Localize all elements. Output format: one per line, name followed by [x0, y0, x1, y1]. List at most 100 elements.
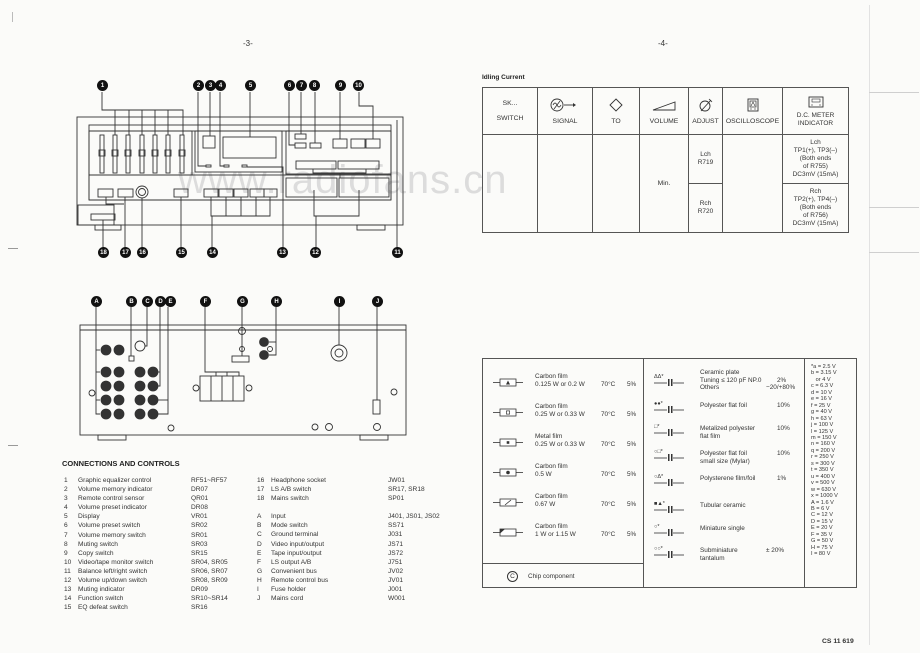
- item-number: 18: [257, 495, 265, 503]
- capacitor-description: Metalized polyester: [700, 425, 756, 432]
- resistor-temp: 70°C: [601, 381, 616, 388]
- item-number: 4: [64, 504, 68, 512]
- control-list-item: H Remote control bus JV01: [257, 576, 458, 585]
- voltage-code-legend: *a = 2.5 Vb = 3.15 V or 4 Vc = 6.3 Vd = …: [804, 358, 857, 588]
- callout-G: G: [237, 296, 248, 307]
- voltage-code: x = 1000 V: [811, 493, 838, 500]
- capacitor-symbol-icon: [654, 551, 684, 558]
- resistor-tolerance: 5%: [627, 381, 637, 388]
- connections-title: CONNECTIONS AND CONTROLS: [62, 459, 180, 468]
- resistor-type: Carbon film: [535, 493, 568, 500]
- capacitor-tolerance: 2%: [777, 376, 787, 384]
- meter-cell-rch: Rch TP2(+), TP4(–) (Both ends of R756) D…: [782, 183, 849, 233]
- chip-component-icon: C: [507, 571, 518, 582]
- resistor-symbol-icon: [493, 498, 523, 507]
- item-reference: VR01: [191, 513, 208, 521]
- oscilloscope-icon: [747, 98, 758, 111]
- item-description: Balance left/right switch: [78, 567, 148, 575]
- item-description: Volume memory indicator: [78, 486, 153, 494]
- capacitor-tolerance: 1%: [777, 475, 787, 482]
- control-list-item: A Input J401, JS01, JS02: [257, 512, 458, 521]
- divider: [483, 563, 643, 564]
- to-cell: [592, 134, 640, 233]
- capacitor-symbol: ○*: [654, 524, 698, 537]
- scan-edge-line: [869, 252, 919, 253]
- volume-wedge-icon: [652, 100, 676, 110]
- meter-cell-lch: Lch TP1(+), TP3(–) (Both ends of R755) D…: [782, 134, 849, 184]
- control-list-item: J Mains cord W001: [257, 594, 458, 603]
- resistor-tolerance: 5%: [627, 501, 637, 508]
- item-reference: J401, JS01, JS02: [388, 513, 440, 521]
- item-description: Remote control bus: [271, 576, 329, 584]
- control-list-item: 2 Volume memory indicator DR07: [64, 485, 261, 494]
- resistor-rating: 1 W or 1.15 W: [535, 531, 576, 538]
- item-description: Function switch: [78, 595, 124, 603]
- item-reference: J001: [388, 586, 403, 594]
- control-list-item: 10 Video/tape monitor switch SR04, SR05: [64, 558, 261, 567]
- item-number: 7: [64, 531, 68, 539]
- capacitor-symbol: ○□*: [654, 449, 698, 462]
- control-list-item: G Convenient bus JV02: [257, 567, 458, 576]
- item-description: Mains switch: [271, 495, 309, 503]
- item-number: E: [257, 549, 262, 557]
- diamond-icon: [609, 97, 623, 112]
- capacitor-description: Polyester flat foil: [700, 450, 747, 457]
- item-description: Volume memory switch: [78, 531, 146, 539]
- capacitor-symbol-icon: [654, 406, 684, 413]
- scan-edge-line: [869, 207, 919, 208]
- resistor-legend-row: Carbon film 0.125 W or 0.2 W 70°C 5%: [483, 373, 643, 391]
- resistor-type: Carbon film: [535, 463, 568, 470]
- item-reference: SR15: [191, 549, 208, 557]
- item-reference: JS72: [388, 549, 404, 557]
- item-reference: SR04, SR05: [191, 558, 228, 566]
- resistor-legend-row: Carbon film 1 W or 1.15 W 70°C 5%: [483, 523, 643, 541]
- item-description: LS output A/B: [271, 558, 312, 566]
- dc-meter-icon: [808, 96, 823, 107]
- control-list-item: 4 Volume preset indicator DR08: [64, 503, 261, 512]
- control-list-item: 1 Graphic equalizer control RF51~RF57: [64, 476, 261, 485]
- item-description: Graphic equalizer control: [78, 477, 152, 484]
- control-list-item: 13 Muting indicator DR09: [64, 585, 261, 594]
- controls-list-left: 1 Graphic equalizer control RF51~RF57 2 Volu…: [64, 476, 261, 612]
- item-number: B: [257, 522, 262, 530]
- resistor-temp: 70°C: [601, 531, 616, 538]
- capacitor-tolerance: 10%: [777, 425, 790, 432]
- document-code: CS 11 619: [822, 638, 854, 645]
- resistor-temp: 70°C: [601, 441, 616, 448]
- rca-jacks: [100, 337, 269, 420]
- resistor-symbol-icon: [493, 408, 523, 417]
- item-description: Volume preset indicator: [78, 504, 147, 512]
- capacitor-tolerance: 10%: [777, 402, 790, 409]
- item-reference: SR03: [191, 540, 208, 548]
- resistor-type: Carbon film: [535, 523, 568, 530]
- control-list-item: 14 Function switch SR10~SR14: [64, 594, 261, 603]
- control-list-item: 6 Volume preset switch SR02: [64, 521, 261, 530]
- callout-J: J: [372, 296, 383, 307]
- item-reference: DR08: [191, 504, 208, 512]
- resistor-rating: 0.25 W or 0.33 W: [535, 441, 585, 448]
- item-number: 12: [64, 577, 72, 585]
- item-number: G: [257, 567, 263, 575]
- capacitor-description: Polyester flat foil: [700, 402, 747, 409]
- item-reference: JS71: [388, 540, 404, 548]
- item-description: Input: [271, 513, 286, 521]
- header-to: TO: [592, 87, 640, 135]
- capacitor-description: Tubular ceramic: [700, 502, 746, 509]
- item-number: 3: [64, 495, 68, 503]
- capacitor-description: Others: [700, 384, 720, 392]
- capacitor-description: Polysterene film/foil: [700, 475, 756, 482]
- capacitor-description: Ceramic plate: [700, 369, 740, 376]
- item-reference: RF51~RF57: [191, 477, 228, 484]
- switch-cell: [482, 134, 538, 233]
- item-reference: J031: [388, 531, 403, 539]
- item-description: Mains cord: [271, 595, 304, 603]
- resistor-tolerance: 5%: [627, 531, 637, 538]
- control-list-item: D Video input/output JS71: [257, 540, 458, 549]
- voltage-code: v = 500 V: [811, 480, 835, 487]
- resistor-legend-row: Carbon film 0.67 W 70°C 5%: [483, 493, 643, 511]
- control-list-item: 17 LS A/B switch SR17, SR18: [257, 485, 458, 494]
- capacitor-symbol: ■▲*: [654, 501, 698, 514]
- control-list-item: 5 Display VR01: [64, 512, 261, 521]
- resistor-temp: 70°C: [601, 411, 616, 418]
